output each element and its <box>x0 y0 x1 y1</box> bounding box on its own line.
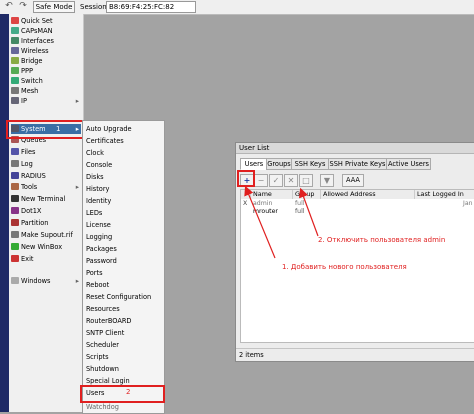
arrow-to-add-button <box>244 185 276 259</box>
annotation-step-1: 1. Добавить нового пользователя <box>282 263 407 271</box>
annotation-arrows <box>244 185 319 259</box>
arrow-to-admin-row <box>298 187 319 237</box>
annotation-step-2: 2. Отключить пользователя admin <box>318 236 446 244</box>
